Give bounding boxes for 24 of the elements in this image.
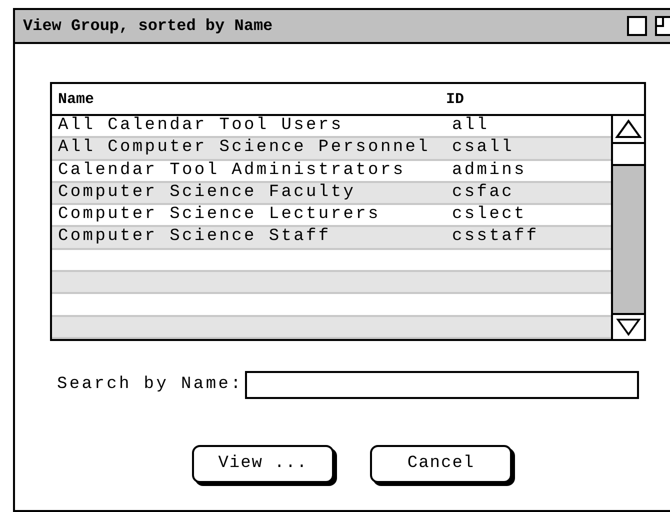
name-cell-text: Computer Science Lecturers: [57, 205, 382, 226]
name-cell-text: Computer Science Faculty: [57, 182, 357, 204]
name-cell-text: Computer Science Staff: [57, 227, 332, 248]
view-button[interactable]: View ...: [192, 444, 334, 483]
id-cell-text: csfac: [451, 182, 516, 204]
name-cell-text: All Computer Science Personnel: [57, 138, 432, 159]
id-cell-text: cslect: [451, 205, 528, 226]
name-cell-text: Calendar Tool Administrators: [57, 160, 406, 181]
window-title: View Group, sorted by Name: [23, 17, 274, 35]
cancel-button[interactable]: Cancel: [370, 444, 512, 483]
search-label: Search by Name:: [57, 375, 244, 394]
table-row[interactable]: Computer Science Lecturers cslect: [52, 205, 611, 228]
table-row[interactable]: Computer Science Faculty csfac: [52, 182, 611, 206]
table-row[interactable]: All Computer Science Personnel csall: [52, 138, 611, 161]
id-cell-text: csall: [451, 138, 516, 159]
column-header: Name: [57, 90, 96, 108]
table-row[interactable]: Calendar Tool Administrators admins: [52, 160, 611, 183]
column-header: ID: [445, 90, 466, 108]
name-cell-text: All Calendar Tool Users: [57, 116, 344, 136]
id-cell-text: admins: [451, 160, 528, 181]
table-row[interactable]: Computer Science Staff csstaff: [52, 227, 611, 250]
id-cell-text: all: [451, 116, 490, 136]
id-cell-text: csstaff: [451, 227, 540, 248]
table-row[interactable]: All Calendar Tool Users all: [52, 116, 611, 138]
